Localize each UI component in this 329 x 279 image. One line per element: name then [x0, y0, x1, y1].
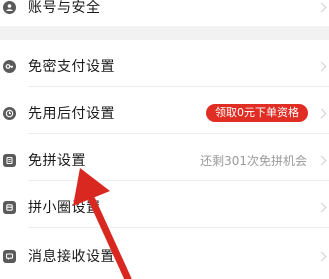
- divider: [28, 180, 329, 181]
- key-icon: [3, 59, 16, 73]
- group-free-remaining-value: 还剩301次免拼机会: [200, 153, 307, 168]
- divider: [28, 86, 329, 87]
- settings-page: 账号与安全 免密支付设置 先用后付设置 领取0元下单资格 免拼设置 还剩301次…: [0, 0, 329, 279]
- chevron-right-icon: [316, 2, 327, 12]
- chevron-right-icon: [316, 61, 327, 71]
- settings-row-password-free-pay[interactable]: 免密支付设置: [0, 46, 329, 86]
- settings-row-group-free[interactable]: 免拼设置 还剩301次免拼机会: [0, 140, 329, 180]
- password-free-pay-label: 免密支付设置: [28, 59, 115, 75]
- chevron-right-icon: [316, 251, 327, 261]
- chevron-right-icon: [316, 155, 327, 165]
- settings-row-message-receive[interactable]: 消息接收设置: [0, 236, 329, 276]
- account-group: 账号与安全: [0, 0, 329, 26]
- chevron-right-icon: [316, 202, 327, 212]
- pay-later-label: 先用后付设置: [28, 106, 115, 122]
- settings-row-account-security[interactable]: 账号与安全: [0, 0, 329, 27]
- divider: [28, 133, 329, 134]
- circle-group-icon: [3, 200, 16, 214]
- account-security-label: 账号与安全: [28, 0, 101, 16]
- zero-yuan-order-badge[interactable]: 领取0元下单资格: [206, 104, 308, 122]
- message-receive-label: 消息接收设置: [28, 249, 115, 265]
- settings-row-pay-later[interactable]: 先用后付设置 领取0元下单资格: [0, 93, 329, 133]
- message-icon: [3, 249, 16, 263]
- clock-icon: [3, 106, 16, 120]
- pin-circle-label: 拼小圈设置: [28, 200, 101, 216]
- settings-group: 免密支付设置 先用后付设置 领取0元下单资格 免拼设置 还剩301次免拼机会 拼…: [0, 40, 329, 279]
- divider: [28, 227, 329, 228]
- chevron-right-icon: [316, 108, 327, 118]
- settings-row-pin-circle[interactable]: 拼小圈设置: [0, 187, 329, 227]
- person-shield-icon: [3, 0, 16, 14]
- document-icon: [3, 153, 16, 167]
- group-free-label: 免拼设置: [28, 153, 86, 169]
